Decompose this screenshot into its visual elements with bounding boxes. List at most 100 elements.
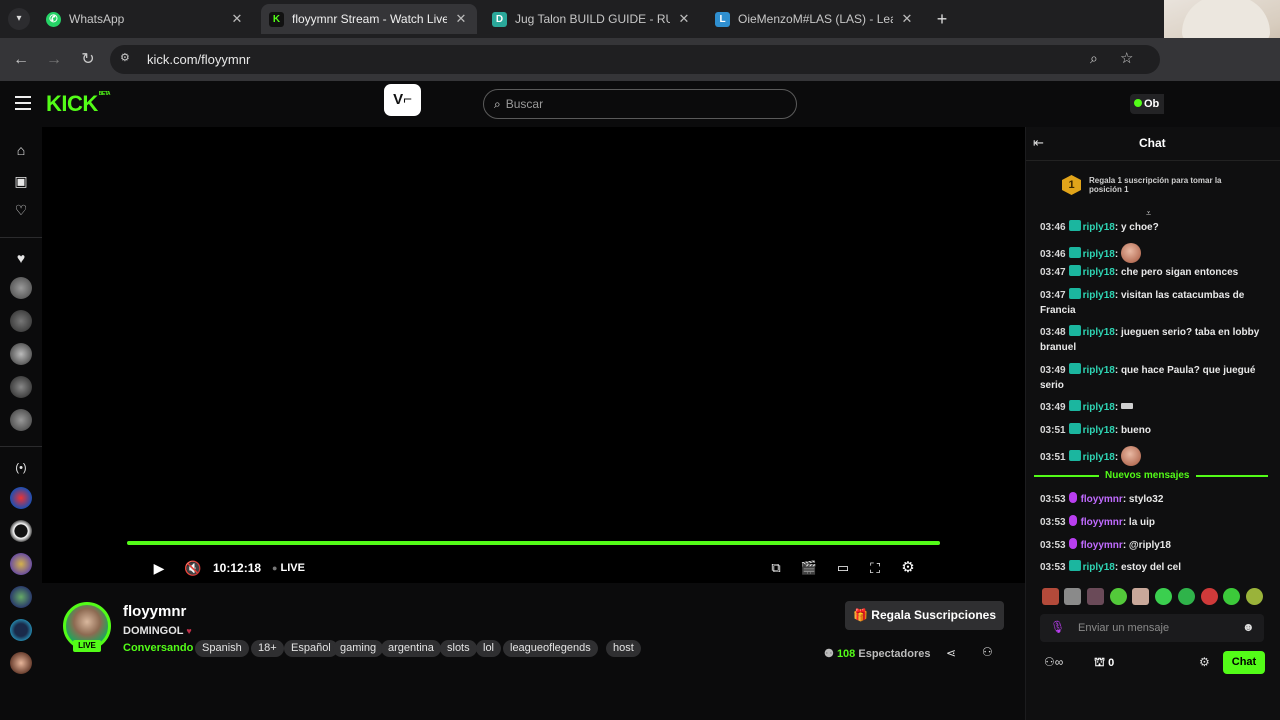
message-username[interactable]: riply18 [1083, 402, 1115, 413]
kick-logo[interactable]: KICKBETA [46, 91, 111, 117]
new-tab-button[interactable]: + [931, 8, 953, 30]
follow-user-icon[interactable]: ⚇ [982, 645, 993, 659]
tab-league[interactable]: L OieMenzoM#LAS (LAS) - Leagu ✕ [707, 4, 923, 34]
stream-category[interactable]: Conversando [123, 642, 193, 654]
chat-input[interactable]: 🎙 Enviar un mensaje ☻ [1040, 614, 1264, 642]
message-username[interactable]: floyymnr [1081, 540, 1123, 551]
settings-gear-icon[interactable]: ⚙ [899, 558, 917, 578]
zoom-icon[interactable]: ⌕ [1090, 50, 1098, 67]
emote-icon[interactable] [1155, 588, 1172, 605]
microphone-icon[interactable]: 🎙 [1050, 620, 1065, 634]
tab-kick[interactable]: K floyymnr Stream - Watch Live o ✕ [261, 4, 477, 34]
message-username[interactable]: floyymnr [1081, 494, 1123, 505]
emote-icon[interactable] [1042, 588, 1059, 605]
live-channel-avatar[interactable] [10, 586, 32, 608]
tab-whatsapp[interactable]: ✆ WhatsApp ✕ [38, 4, 253, 34]
followed-channel-avatar[interactable] [10, 277, 32, 299]
chat-message[interactable]: 03:49 riply18: que hace Paula? que juegué… [1040, 363, 1262, 393]
close-tab-icon[interactable]: ✕ [229, 11, 245, 27]
live-channels-icon[interactable]: (•) [10, 457, 32, 479]
miniplayer-icon[interactable]: ⧉ [767, 558, 785, 578]
live-channel-avatar[interactable] [10, 553, 32, 575]
tab-search-button[interactable]: ▾ [8, 8, 30, 30]
hamburger-menu-icon[interactable] [15, 96, 31, 110]
clip-icon[interactable]: 🎬 [800, 558, 818, 578]
home-icon[interactable]: ⌂ [10, 139, 32, 161]
followed-channel-avatar[interactable] [10, 409, 32, 431]
live-channel-avatar[interactable] [10, 487, 32, 509]
chat-message[interactable]: 03:51 riply18: bueno [1040, 423, 1262, 438]
emote-icon[interactable] [1064, 588, 1081, 605]
emote-icon[interactable] [1178, 588, 1195, 605]
fullscreen-icon[interactable]: ⛶ [866, 558, 884, 578]
stream-tag[interactable]: host [606, 640, 641, 657]
collapse-chat-icon[interactable]: ⇤ [1033, 135, 1044, 151]
chat-message[interactable]: 03:47 riply18: che pero sigan entonces [1040, 265, 1262, 280]
emoji-picker-icon[interactable]: ☻ [1242, 620, 1255, 634]
get-button[interactable]: Ob [1130, 94, 1164, 114]
followed-channel-avatar[interactable] [10, 310, 32, 332]
extension-icon[interactable]: V⌐ [384, 84, 421, 116]
message-username[interactable]: riply18 [1083, 290, 1115, 301]
followed-channel-avatar[interactable] [10, 376, 32, 398]
stream-tag[interactable]: Español [284, 640, 338, 657]
chat-message[interactable]: 03:47 riply18: visitan las catacumbas de … [1040, 288, 1262, 318]
emote-icon[interactable] [1087, 588, 1104, 605]
emote-icon[interactable] [1246, 588, 1263, 605]
message-username[interactable]: riply18 [1083, 327, 1115, 338]
reload-icon[interactable]: ↻ [76, 48, 100, 72]
message-username[interactable]: riply18 [1083, 222, 1115, 233]
chat-message[interactable]: 03:49 riply18: [1040, 400, 1262, 415]
close-tab-icon[interactable]: ✕ [676, 11, 692, 27]
stream-tag[interactable]: gaming [333, 640, 384, 657]
favorites-icon[interactable]: ♥ [10, 247, 32, 269]
stream-tag[interactable]: lol [476, 640, 502, 657]
video-player[interactable] [42, 127, 1025, 583]
message-username[interactable]: riply18 [1083, 365, 1115, 376]
message-username[interactable]: riply18 [1083, 267, 1115, 278]
progress-track[interactable] [127, 541, 940, 545]
message-username[interactable]: riply18 [1083, 452, 1115, 463]
search-bar[interactable]: ⌕ Buscar [483, 89, 797, 119]
message-username[interactable]: riply18 [1083, 425, 1115, 436]
bookmark-star-icon[interactable]: ☆ [1120, 49, 1133, 67]
chat-users-icon[interactable]: ⚇∞ [1044, 655, 1063, 669]
stream-tag[interactable]: argentina [381, 640, 441, 657]
message-username[interactable]: riply18 [1083, 249, 1115, 260]
forward-icon[interactable]: → [42, 48, 66, 72]
chat-message[interactable]: 03:53 floyymnr: stylo32 [1040, 492, 1262, 507]
back-icon[interactable]: ← [9, 48, 33, 72]
pinned-expand-icon[interactable]: ⩡ [1146, 208, 1151, 219]
message-username[interactable]: riply18 [1083, 562, 1115, 573]
stream-tag[interactable]: leagueoflegends [503, 640, 598, 657]
live-channel-avatar[interactable] [10, 520, 32, 542]
play-icon[interactable]: ▶ [151, 558, 167, 578]
emote-icon[interactable] [1201, 588, 1218, 605]
stream-tag[interactable]: Spanish [195, 640, 249, 657]
message-username[interactable]: floyymnr [1081, 517, 1123, 528]
tab-build-guide[interactable]: D Jug Talon BUILD GUIDE - RUNE ✕ [484, 4, 700, 34]
emote-icon[interactable] [1223, 588, 1240, 605]
followed-channel-avatar[interactable] [10, 343, 32, 365]
chat-message[interactable]: 03:46 riply18: [1040, 243, 1262, 263]
stream-tag[interactable]: slots [440, 640, 477, 657]
site-info-icon[interactable]: ⚙ [120, 51, 130, 64]
mute-icon[interactable]: 🔇 [184, 558, 202, 578]
close-tab-icon[interactable]: ✕ [453, 11, 469, 27]
chat-message[interactable]: 03:53 floyymnr: @riply18 [1040, 538, 1262, 553]
stream-tag[interactable]: 18+ [251, 640, 284, 657]
share-icon[interactable]: ⋖ [946, 646, 956, 660]
chat-message[interactable]: 03:48 riply18: jueguen serio? taba en lob… [1040, 325, 1262, 355]
live-channel-avatar[interactable] [10, 619, 32, 641]
chat-message[interactable]: 03:53 floyymnr: la uip [1040, 515, 1262, 530]
browse-icon[interactable]: ▣ [10, 170, 32, 192]
emote-icon[interactable] [1110, 588, 1127, 605]
live-channel-avatar[interactable] [10, 652, 32, 674]
url-field[interactable]: ⚙ kick.com/floyymnr ⌕ ☆ [110, 45, 1160, 74]
streamer-name[interactable]: floyymnr [123, 603, 186, 620]
chat-message[interactable]: 03:46 riply18: y choe? [1040, 220, 1262, 235]
gift-subs-button[interactable]: 🎁 Regala Suscripciones [845, 601, 1004, 630]
chat-send-button[interactable]: Chat [1223, 651, 1265, 674]
chat-message[interactable]: 03:51 riply18: [1040, 446, 1262, 466]
chat-message[interactable]: 03:53 riply18: estoy del cel [1040, 560, 1262, 575]
